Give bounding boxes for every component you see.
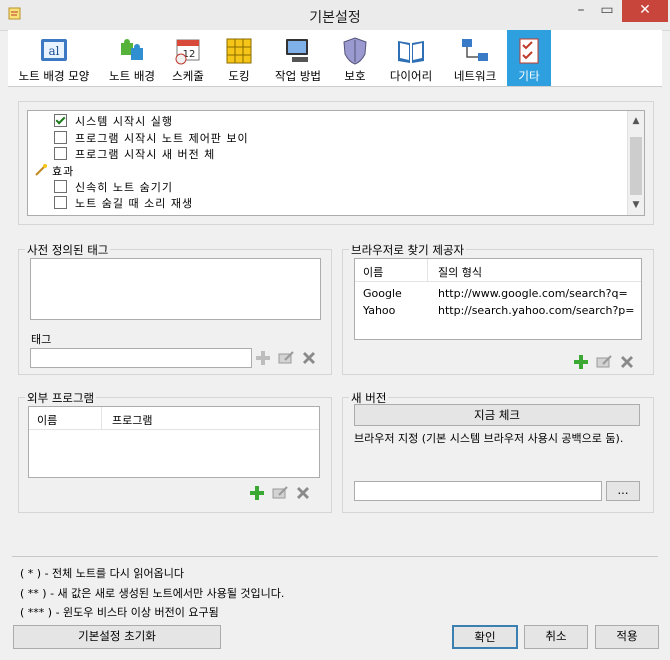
magic-wand-icon xyxy=(35,164,47,176)
tab-note-background-style[interactable]: al 노트 배경 모양 xyxy=(10,30,98,86)
tab-docking[interactable]: 도킹 xyxy=(214,30,264,86)
reset-defaults-button[interactable]: 기본설정 초기화 xyxy=(13,625,221,649)
tag-label: 태그 xyxy=(31,333,52,346)
search-providers-table[interactable]: 이름 질의 형식 Google http://www.google.com/se… xyxy=(354,258,642,340)
tab-etc[interactable]: 기타 xyxy=(507,30,551,86)
close-button[interactable]: ✕ xyxy=(622,0,668,22)
provider-query: http://www.google.com/search?q= xyxy=(438,287,628,300)
tag-input[interactable] xyxy=(30,348,252,368)
ok-button[interactable]: 확인 xyxy=(452,625,518,649)
add-provider-icon[interactable] xyxy=(572,353,590,371)
scroll-up-icon[interactable]: ▲ xyxy=(628,113,644,129)
browser-path-input[interactable] xyxy=(354,481,602,501)
checkbox[interactable] xyxy=(54,147,67,160)
checkbox[interactable] xyxy=(54,114,67,127)
option-run-at-startup[interactable]: 시스템 시작시 실행 xyxy=(54,113,173,129)
col-header-name[interactable]: 이름 xyxy=(37,412,57,428)
settings-panel: 시스템 시작시 실행 프로그램 시작시 노트 제어판 보이 프로그램 시작시 새… xyxy=(8,86,662,619)
column-divider[interactable] xyxy=(101,407,102,429)
checkbox[interactable] xyxy=(54,196,67,209)
browse-button[interactable]: ... xyxy=(606,481,640,501)
delete-provider-icon[interactable] xyxy=(618,353,636,371)
external-programs-table[interactable]: 이름 프로그램 xyxy=(28,406,320,478)
tags-list[interactable] xyxy=(30,258,321,320)
external-programs-title: 외부 프로그램 xyxy=(25,390,97,406)
cancel-button[interactable]: 취소 xyxy=(524,625,588,649)
edit-provider-icon[interactable] xyxy=(595,353,613,371)
column-divider[interactable] xyxy=(427,259,428,281)
provider-query: http://search.yahoo.com/search?p= xyxy=(438,304,635,317)
checkbox[interactable] xyxy=(54,131,67,144)
network-icon xyxy=(462,39,488,61)
provider-name: Google xyxy=(363,287,402,300)
apply-button[interactable]: 적용 xyxy=(595,625,659,649)
col-header-program[interactable]: 프로그램 xyxy=(112,412,152,428)
docking-grid-icon xyxy=(226,38,252,64)
puzzle-icon xyxy=(121,39,143,60)
header-separator xyxy=(355,281,641,282)
tab-diary[interactable]: 다이어리 xyxy=(382,30,440,86)
delete-tag-icon[interactable] xyxy=(300,349,318,367)
footnote-vista: ( *** ) - 윈도우 비스타 이상 버전이 요구됨 xyxy=(20,606,219,619)
search-providers-title: 브라우저로 찾기 제공자 xyxy=(349,242,467,258)
scroll-thumb[interactable] xyxy=(630,137,642,195)
tab-protection[interactable]: 보호 xyxy=(334,30,376,86)
calendar-clock-icon: 12 xyxy=(175,39,200,65)
option-group-effects: 효과 xyxy=(34,163,74,179)
col-header-query[interactable]: 질의 형식 xyxy=(438,264,482,280)
predefined-tags-title: 사전 정의된 태그 xyxy=(25,242,111,258)
external-programs-group: 외부 프로그램 이름 프로그램 xyxy=(18,390,332,513)
option-check-new-version[interactable]: 프로그램 시작시 새 버전 체 xyxy=(54,146,215,162)
header-separator xyxy=(29,429,319,430)
options-group: 시스템 시작시 실행 프로그램 시작시 노트 제어판 보이 프로그램 시작시 새… xyxy=(18,101,654,225)
edit-program-icon[interactable] xyxy=(271,484,289,502)
computer-icon xyxy=(286,39,308,62)
add-program-icon[interactable] xyxy=(248,484,266,502)
note-background-style-icon: al xyxy=(41,39,67,61)
maximize-button[interactable]: ▭ xyxy=(592,0,622,22)
predefined-tags-group: 사전 정의된 태그 태그 xyxy=(18,242,332,375)
col-header-name[interactable]: 이름 xyxy=(363,264,383,280)
shield-icon xyxy=(343,37,367,65)
option-hide-sound[interactable]: 노트 숨길 때 소리 재생 xyxy=(54,195,193,211)
scroll-down-icon[interactable]: ▼ xyxy=(628,197,644,213)
provider-name: Yahoo xyxy=(363,304,396,317)
browser-hint-text: 브라우저 지정 (기본 시스템 브라우저 사용시 공백으로 둠). xyxy=(354,432,624,445)
footnote-reload: ( * ) - 전체 노트를 다시 읽어옵니다 xyxy=(20,567,184,580)
tab-work-method[interactable]: 작업 방법 xyxy=(268,30,328,86)
delete-program-icon[interactable] xyxy=(294,484,312,502)
new-version-group: 새 버전 지금 체크 브라우저 지정 (기본 시스템 브라우저 사용시 공백으로… xyxy=(342,390,654,513)
category-toolbar: al 노트 배경 모양 노트 배경 12 스케줄 도킹 작업 방법 보호 다이어… xyxy=(8,30,662,86)
check-now-button[interactable]: 지금 체크 xyxy=(354,404,640,426)
search-providers-group: 브라우저로 찾기 제공자 이름 질의 형식 Google http://www.… xyxy=(342,242,654,375)
options-list[interactable]: 시스템 시작시 실행 프로그램 시작시 노트 제어판 보이 프로그램 시작시 새… xyxy=(27,110,645,216)
title-bar: 기본설정 – ▭ ✕ xyxy=(0,0,670,31)
divider xyxy=(12,556,658,557)
footnote-new-notes: ( ** ) - 새 값은 새로 생성된 노트에서만 사용될 것입니다. xyxy=(20,587,285,600)
tab-network[interactable]: 네트워크 xyxy=(444,30,506,86)
tab-schedule[interactable]: 12 스케줄 xyxy=(166,30,210,86)
edit-tag-icon[interactable] xyxy=(277,349,295,367)
options-scrollbar[interactable]: ▲ ▼ xyxy=(627,111,644,215)
checkbox[interactable] xyxy=(54,180,67,193)
option-show-control-panel[interactable]: 프로그램 시작시 노트 제어판 보이 xyxy=(54,130,249,146)
book-icon xyxy=(398,41,424,63)
checklist-icon xyxy=(519,38,539,64)
tab-note-background[interactable]: 노트 배경 xyxy=(100,30,164,86)
svg-text:al: al xyxy=(49,44,60,58)
add-tag-icon[interactable] xyxy=(254,349,272,367)
option-quick-hide[interactable]: 신속히 노트 숨기기 xyxy=(54,179,173,195)
